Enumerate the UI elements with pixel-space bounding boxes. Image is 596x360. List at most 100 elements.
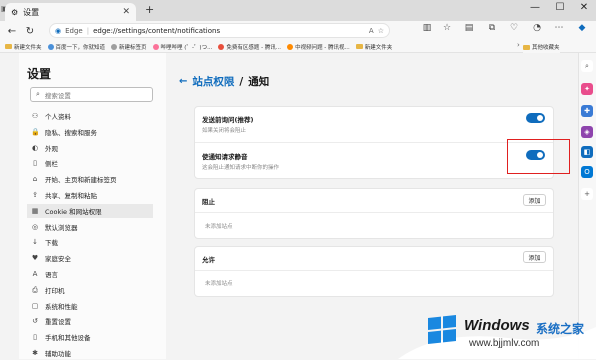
bookmark-item[interactable]: 新建文件夹 [355, 43, 393, 51]
sidebar-shopping-icon[interactable]: ✦ [581, 83, 593, 95]
block-empty-text: 未添加站点 [205, 224, 233, 230]
nav-item-accessibility[interactable]: ✱ 辅助功能 [27, 346, 153, 360]
breadcrumb-separator: / [239, 75, 244, 88]
read-aloud-icon[interactable]: A [369, 27, 374, 35]
allow-add-button[interactable]: 添加 [523, 251, 546, 263]
block-card [194, 188, 554, 239]
video-icon [287, 43, 294, 50]
divider [195, 142, 553, 143]
browser-essentials-icon[interactable]: ♡ [507, 23, 521, 33]
person-icon: ⚇ [31, 112, 39, 120]
bookmark-item[interactable]: 中视频问题 - 腾讯视... [287, 43, 350, 51]
bookmark-item[interactable]: 免费有区感题 - 腾讯... [218, 43, 281, 51]
favorite-star-icon[interactable]: ☆ [378, 27, 384, 35]
sidebar-outlook-icon[interactable]: O [581, 166, 593, 178]
bookmark-label: 百度一下，你就知道 [55, 44, 106, 51]
bookmark-label: 哔哩哔哩 (゜-゜)つ... [160, 44, 213, 51]
video-icon [218, 43, 225, 50]
tab-close-icon[interactable]: ✕ [122, 7, 130, 17]
sidebar-add-icon[interactable]: + [581, 188, 593, 200]
bookmark-item[interactable]: 百度一下，你就知道 [47, 43, 106, 51]
nav-item-label: 系统和性能 [45, 303, 78, 311]
search-icon: ⌕ [36, 90, 40, 98]
sidebar-icon: ▯ [33, 159, 37, 167]
allow-empty-text: 未添加站点 [205, 281, 233, 287]
divider [195, 270, 553, 271]
nav-item-browser[interactable]: ◎ 默认浏览器 [27, 220, 153, 234]
new-tab-button[interactable]: + [145, 3, 154, 16]
ask-before-sending-toggle[interactable] [526, 113, 545, 123]
bookmark-label: 免费有区感题 - 腾讯... [226, 44, 282, 51]
bookmark-label: 新建标签页 [119, 44, 147, 51]
nav-item-home[interactable]: ⌂ 开始、主页和新建标签页 [27, 172, 153, 186]
other-favorites-label: 其他收藏夹 [532, 45, 560, 51]
profile-icon[interactable]: ◔ [530, 23, 544, 33]
nav-item-label: 家庭安全 [45, 255, 71, 263]
sidebar-tools-icon[interactable]: ✚ [581, 105, 593, 117]
extensions-icon[interactable]: ⧉ [485, 23, 499, 33]
other-favorites[interactable]: 其他收藏夹 [523, 41, 560, 53]
palette-icon: ◐ [31, 144, 39, 152]
phone-icon: ▯ [33, 333, 37, 341]
browser-icon: ◎ [31, 223, 39, 231]
nav-item-palette[interactable]: ◐ 外观 [27, 141, 153, 155]
chevron-right-icon[interactable]: › [517, 41, 520, 49]
breadcrumb-site-permissions[interactable]: 站点权限 [192, 74, 234, 89]
share-icon: ⇪ [32, 191, 38, 199]
bookmarks-bar: 新建文件夹 百度一下，你就知道 新建标签页 哔哩哔哩 (゜-゜)つ... 免费有… [0, 41, 596, 53]
nav-item-printer[interactable]: ⎙ 打印机 [27, 283, 153, 297]
nav-item-share[interactable]: ⇪ 共享、复制和粘贴 [27, 188, 153, 202]
refresh-icon[interactable]: ↻ [21, 26, 39, 37]
minimize-button[interactable]: — [525, 2, 545, 13]
nav-item-family[interactable]: ♥ 家庭安全 [27, 251, 153, 265]
tab-settings[interactable]: ⚙ 设置 ✕ [5, 3, 136, 21]
favorites-icon[interactable]: ☆ [440, 23, 454, 33]
nav-item-label: 共享、复制和粘贴 [45, 192, 97, 200]
back-icon[interactable]: ← [3, 26, 21, 37]
nav-item-label: 外观 [45, 145, 58, 153]
allow-title: 允许 [202, 256, 215, 264]
bookmark-label: 新建文件夹 [14, 44, 42, 51]
nav-item-phone[interactable]: ▯ 手机和其他设备 [27, 330, 153, 344]
sidebar-games-icon[interactable]: ◈ [581, 126, 593, 138]
red-highlight-box [507, 139, 570, 174]
nav-item-person[interactable]: ⚇ 个人资料 [27, 109, 153, 123]
split-screen-icon[interactable]: ▥ [420, 23, 434, 33]
ask-before-sending-subtitle: 如果关闭将会阻止 [202, 128, 247, 134]
address-bar[interactable]: ◉ Edge | edge://settings/content/notific… [49, 23, 390, 38]
printer-icon: ⎙ [32, 285, 38, 294]
maximize-button[interactable]: ☐ [550, 2, 570, 13]
address-separator: | [86, 26, 90, 35]
baidu-icon [47, 43, 54, 50]
close-window-button[interactable]: ✕ [574, 2, 594, 13]
nav-item-language[interactable]: A 语言 [27, 267, 153, 281]
more-menu-icon[interactable]: ⋯ [552, 23, 566, 33]
folder-icon [5, 44, 12, 49]
edge-icon: ◉ [55, 26, 62, 35]
bookmark-item[interactable]: 哔哩哔哩 (゜-゜)つ... [152, 43, 213, 51]
nav-item-lock[interactable]: 🔒 隐私、搜索和服务 [27, 125, 153, 139]
sidebar-search-icon[interactable]: ⌕ [581, 60, 593, 72]
nav-item-cookie[interactable]: ▦ Cookie 和网站权限 [27, 204, 153, 218]
quiet-requests-subtitle: 这会阻止通知请求中断你的操作 [202, 165, 280, 171]
back-arrow-icon[interactable]: ← [179, 76, 187, 87]
block-add-button[interactable]: 添加 [523, 194, 546, 206]
settings-title: 设置 [27, 67, 52, 81]
accessibility-icon: ✱ [32, 349, 38, 357]
nav-item-system[interactable]: ▢ 系统和性能 [27, 299, 153, 313]
bookmark-item[interactable]: 新建标签页 [111, 43, 147, 51]
divider [195, 212, 553, 213]
nav-item-reset[interactable]: ↺ 重置设置 [27, 314, 153, 328]
bookmark-label: 新建文件夹 [364, 44, 393, 51]
nav-item-sidebar[interactable]: ▯ 侧栏 [27, 156, 153, 170]
page-heading: ← 站点权限 / 通知 [179, 74, 269, 89]
search-settings-input[interactable]: ⌕ 搜索设置 [30, 87, 153, 102]
watermark-url: www.bjjmlv.com [469, 338, 540, 349]
copilot-icon[interactable]: ◆ [575, 23, 589, 33]
collections-icon[interactable]: ▤ [462, 23, 476, 33]
allow-card [194, 246, 554, 297]
url-text[interactable]: edge://settings/content/notifications [93, 27, 220, 35]
bookmark-item[interactable]: 新建文件夹 [5, 43, 42, 51]
sidebar-office-icon[interactable]: ◧ [581, 146, 593, 158]
nav-item-download[interactable]: ↓ 下载 [27, 235, 153, 249]
